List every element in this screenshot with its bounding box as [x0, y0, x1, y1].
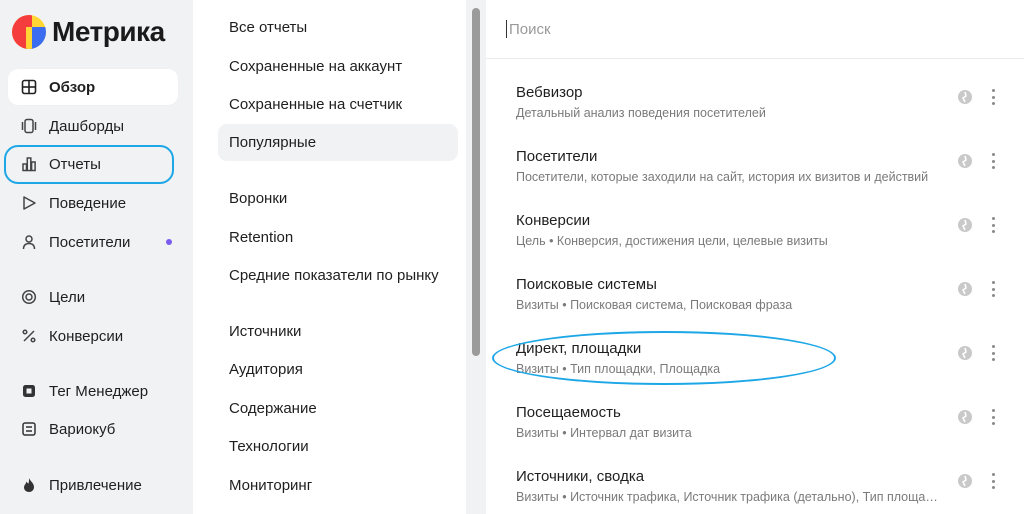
sidebar-item-label: Тег Менеджер — [49, 382, 149, 400]
metrika-logo-icon — [12, 15, 46, 49]
play-triangle-icon — [20, 194, 38, 212]
sidebar-item-variocube[interactable]: Вариокуб — [8, 411, 178, 447]
person-icon — [20, 233, 38, 251]
sidebar-item-label: Обзор — [49, 78, 96, 96]
report-title: Посещаемость — [516, 404, 621, 421]
divider — [486, 58, 1024, 59]
sidebar-item-label: Отчеты — [49, 155, 101, 173]
favorite-pin-icon[interactable] — [957, 409, 973, 425]
sidebar-item-acquisition[interactable]: Привлечение — [8, 467, 178, 503]
more-options-icon[interactable] — [987, 87, 999, 107]
more-options-icon[interactable] — [987, 215, 999, 235]
favorite-pin-icon[interactable] — [957, 473, 973, 489]
report-title: Поисковые системы — [516, 276, 657, 293]
report-row-visitors[interactable]: Посетители Посетители, которые заходили … — [486, 148, 1024, 212]
app-logo[interactable]: Метрика — [12, 14, 165, 50]
target-icon — [20, 288, 38, 306]
sidebar: Метрика Обзор Дашборды Отчеты Поведение … — [0, 0, 193, 514]
report-description: Цель • Конверсия, достижения цели, целев… — [516, 234, 828, 248]
overview-grid-icon — [20, 78, 38, 96]
sidebar-item-visitors[interactable]: Посетители — [8, 224, 178, 260]
report-row-direct-platforms[interactable]: Директ, площадки Визиты • Тип площадки, … — [486, 340, 1024, 404]
favorite-pin-icon[interactable] — [957, 217, 973, 233]
category-retention[interactable]: Retention — [218, 219, 458, 256]
scrollbar-thumb[interactable] — [472, 8, 480, 356]
sidebar-item-label: Поведение — [49, 194, 127, 212]
report-row-attendance[interactable]: Посещаемость Визиты • Интервал дат визит… — [486, 404, 1024, 468]
category-technologies[interactable]: Технологии — [218, 428, 458, 465]
category-sources[interactable]: Источники — [218, 313, 458, 350]
more-options-icon[interactable] — [987, 471, 999, 491]
tag-manager-icon — [20, 382, 38, 400]
percent-icon — [20, 327, 38, 345]
category-audience[interactable]: Аудитория — [218, 351, 458, 388]
report-title: Посетители — [516, 148, 598, 165]
sidebar-item-goals[interactable]: Цели — [8, 279, 178, 315]
report-title: Конверсии — [516, 212, 591, 229]
sidebar-item-label: Цели — [49, 288, 86, 306]
reports-bar-chart-icon — [20, 155, 38, 173]
report-row-sources-summary[interactable]: Источники, сводка Визиты • Источник траф… — [486, 468, 1024, 514]
report-row-webvisor[interactable]: Вебвизор Детальный анализ поведения посе… — [486, 84, 1024, 148]
category-market-averages[interactable]: Средние показатели по рынку — [218, 257, 458, 294]
favorite-pin-icon[interactable] — [957, 153, 973, 169]
report-description: Визиты • Интервал дат визита — [516, 426, 692, 440]
more-options-icon[interactable] — [987, 407, 999, 427]
report-title: Вебвизор — [516, 84, 583, 101]
more-options-icon[interactable] — [987, 343, 999, 363]
sidebar-item-label: Посетители — [49, 233, 131, 251]
report-title: Директ, площадки — [516, 340, 642, 357]
sidebar-item-label: Вариокуб — [49, 420, 116, 438]
reports-list-panel: Вебвизор Детальный анализ поведения посе… — [486, 0, 1024, 514]
favorite-pin-icon[interactable] — [957, 89, 973, 105]
sidebar-item-label: Конверсии — [49, 327, 124, 345]
report-description: Детальный анализ поведения посетителей — [516, 106, 766, 120]
dashboards-icon — [20, 117, 38, 135]
report-description: Визиты • Поисковая система, Поисковая фр… — [516, 298, 793, 312]
category-monitoring[interactable]: Мониторинг — [218, 467, 458, 504]
text-caret — [506, 20, 507, 38]
sidebar-item-tag-manager[interactable]: Тег Менеджер — [8, 373, 178, 409]
reports-category-panel: Все отчеты Сохраненные на аккаунт Сохран… — [204, 0, 466, 514]
search-bar[interactable] — [506, 16, 1006, 42]
notification-dot — [166, 239, 172, 245]
search-input[interactable] — [509, 20, 969, 38]
sidebar-item-label: Дашборды — [49, 117, 124, 135]
sidebar-item-dashboards[interactable]: Дашборды — [8, 108, 178, 144]
report-description: Посетители, которые заходили на сайт, ис… — [516, 170, 929, 184]
app-title: Метрика — [52, 16, 165, 47]
category-funnels[interactable]: Воронки — [218, 180, 458, 217]
sidebar-item-behavior[interactable]: Поведение — [8, 185, 178, 221]
more-options-icon[interactable] — [987, 279, 999, 299]
variocube-icon — [20, 420, 38, 438]
report-row-conversions[interactable]: Конверсии Цель • Конверсия, достижения ц… — [486, 212, 1024, 276]
report-description: Визиты • Тип площадки, Площадка — [516, 362, 721, 376]
category-saved-account[interactable]: Сохраненные на аккаунт — [218, 48, 458, 85]
category-content[interactable]: Содержание — [218, 390, 458, 427]
favorite-pin-icon[interactable] — [957, 345, 973, 361]
sidebar-item-conversions[interactable]: Конверсии — [8, 318, 178, 354]
report-row-search-engines[interactable]: Поисковые системы Визиты • Поисковая сис… — [486, 276, 1024, 340]
report-description: Визиты • Источник трафика, Источник траф… — [516, 490, 944, 504]
category-popular[interactable]: Популярные — [218, 124, 458, 161]
report-title: Источники, сводка — [516, 468, 645, 485]
favorite-pin-icon[interactable] — [957, 281, 973, 297]
flame-icon — [20, 476, 38, 494]
more-options-icon[interactable] — [987, 151, 999, 171]
category-all-reports[interactable]: Все отчеты — [218, 9, 458, 46]
category-saved-counter[interactable]: Сохраненные на счетчик — [218, 86, 458, 123]
sidebar-item-overview[interactable]: Обзор — [8, 69, 178, 105]
sidebar-item-label: Привлечение — [49, 476, 142, 494]
sidebar-item-reports[interactable]: Отчеты — [8, 146, 178, 182]
